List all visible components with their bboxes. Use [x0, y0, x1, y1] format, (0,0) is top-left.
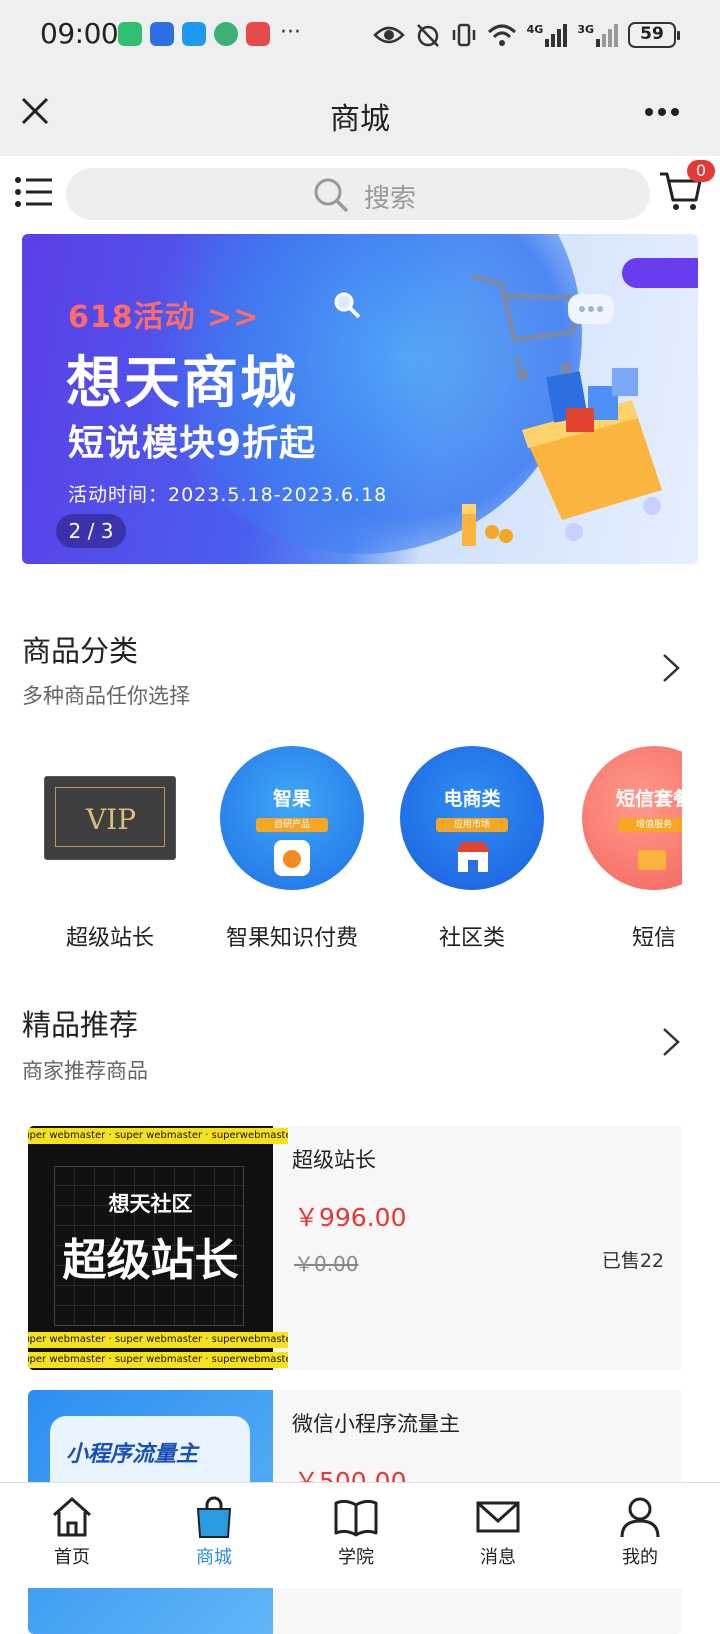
page-title: 商城	[330, 102, 390, 137]
mail-icon	[476, 1501, 520, 1533]
battery-indicator: 59	[628, 22, 680, 48]
tab-messages[interactable]: 消息	[426, 1483, 570, 1589]
tab-label: 消息	[480, 1547, 516, 1568]
tab-mall[interactable]: 商城	[142, 1483, 286, 1589]
category-item-sms-wrapper: 短信套餐 增值服务	[582, 746, 682, 890]
signal-4g: 4G	[527, 23, 568, 47]
shopping-cart-illustration	[462, 273, 662, 546]
bottom-tab-bar: 首页 商城 学院 消息 我的	[0, 1482, 720, 1588]
featured-subtitle: 商家推荐商品	[22, 1059, 148, 1083]
product-image: super webmaster · super webmaster · supe…	[28, 1126, 288, 1370]
product-image-headline: 小程序流量主	[66, 1442, 199, 1467]
status-bar: 09:00 ··· 4G 3G 59	[0, 0, 720, 70]
browser-app-icon	[214, 22, 238, 46]
banner-subtitle: 短说模块9折起	[68, 423, 317, 464]
product-card[interactable]: super webmaster · super webmaster · supe…	[28, 1126, 682, 1370]
featured-title: 精品推荐	[22, 1008, 139, 1042]
category-badge-title: 智果	[272, 788, 311, 810]
banner-tag: 618活动 >>	[68, 300, 260, 335]
network-label-3g: 3G	[577, 23, 594, 36]
tab-academy[interactable]: 学院	[284, 1483, 428, 1589]
orange-app-icon	[274, 840, 310, 876]
alarm-off-icon	[416, 24, 439, 47]
promo-banner[interactable]: 618活动 >> 想天商城 短说模块9折起 活动时间：2023.5.18-202…	[22, 234, 698, 564]
categories-title: 商品分类	[22, 634, 139, 668]
search-placeholder: 搜索	[364, 184, 417, 214]
category-item-community[interactable]: 电商类 应用市场	[400, 746, 544, 890]
product-name: 微信小程序流量主	[292, 1412, 460, 1436]
product-image-title: 想天社区	[108, 1191, 193, 1216]
product-name: 超级站长	[292, 1148, 376, 1172]
vip-card-text: VIP	[85, 803, 137, 836]
category-badge-chip: 应用市场	[436, 818, 508, 832]
hourglass-app-icon	[118, 22, 142, 46]
tab-profile[interactable]: 我的	[568, 1483, 712, 1589]
category-badge-chip: 自研产品	[256, 818, 328, 832]
category-item-super-webmaster[interactable]: VIP	[22, 746, 198, 890]
message-envelope-icon	[638, 850, 666, 870]
wifi-icon	[487, 24, 516, 46]
more-notifications-icon: ···	[280, 20, 301, 45]
status-time: 09:00	[40, 17, 119, 50]
store-icon	[456, 842, 490, 872]
vibrate-icon	[452, 23, 475, 47]
tab-home[interactable]: 首页	[0, 1483, 144, 1589]
eye-icon	[372, 26, 405, 44]
banner-date: 活动时间：2023.5.18-2023.6.18	[68, 484, 388, 506]
red-app-icon	[246, 22, 270, 46]
category-item-zhiguo[interactable]: 智果 自研产品	[220, 746, 364, 890]
shopping-bag-icon	[196, 1496, 232, 1538]
product-image-headline: 超级站长	[62, 1235, 239, 1286]
categories-subtitle: 多种商品任你选择	[22, 684, 190, 708]
product-image-ribbon-bottom-2: super webmaster · super webmaster · supe…	[28, 1352, 288, 1368]
message-app-icon	[182, 22, 206, 46]
signal-3g: 3G	[577, 23, 618, 47]
product-image-ribbon-bottom: super webmaster · super webmaster · supe…	[28, 1332, 288, 1348]
search-input[interactable]: 搜索	[66, 168, 650, 220]
tab-label: 学院	[338, 1547, 374, 1568]
status-right: 4G 3G 59	[372, 18, 680, 52]
featured-more-chevron-icon[interactable]	[660, 1026, 682, 1058]
tab-label: 首页	[54, 1547, 90, 1568]
magnifier-decoration-icon	[334, 292, 361, 319]
search-icon	[314, 178, 349, 213]
category-label[interactable]: 社区类	[400, 920, 544, 952]
cart-count-badge: 0	[687, 160, 715, 182]
product-price: ￥996.00	[294, 1203, 407, 1232]
search-row: 搜索 0	[0, 156, 720, 230]
tab-label: 我的	[622, 1547, 658, 1568]
category-badge-title: 短信套餐	[615, 788, 682, 810]
vip-card-image: VIP	[44, 776, 176, 860]
more-options-icon[interactable]	[644, 106, 680, 118]
blue-app-icon	[150, 22, 174, 46]
category-badge-chip: 增值服务	[618, 818, 682, 832]
category-label[interactable]: 智果知识付费	[212, 920, 372, 952]
banner-title: 想天商城	[66, 351, 298, 416]
product-sold-count: 已售22	[601, 1250, 664, 1272]
category-label[interactable]: 短信	[632, 920, 692, 952]
product-original-price: ￥0.00	[294, 1252, 359, 1276]
category-item-sms[interactable]: 短信套餐 增值服务	[582, 746, 682, 890]
product-image-ribbon-top: super webmaster · super webmaster · supe…	[28, 1128, 288, 1144]
categories-more-chevron-icon[interactable]	[660, 652, 682, 684]
nav-header: 商城	[0, 70, 720, 156]
tab-label: 商城	[196, 1547, 232, 1568]
book-icon	[334, 1499, 378, 1537]
category-menu-icon[interactable]	[14, 176, 54, 208]
home-icon	[53, 1497, 91, 1537]
category-badge-title: 电商类	[443, 788, 501, 810]
user-icon	[620, 1497, 660, 1538]
category-label[interactable]: 超级站长	[22, 920, 198, 952]
banner-pager: 2 / 3	[56, 514, 126, 548]
network-label-4g: 4G	[526, 23, 544, 36]
